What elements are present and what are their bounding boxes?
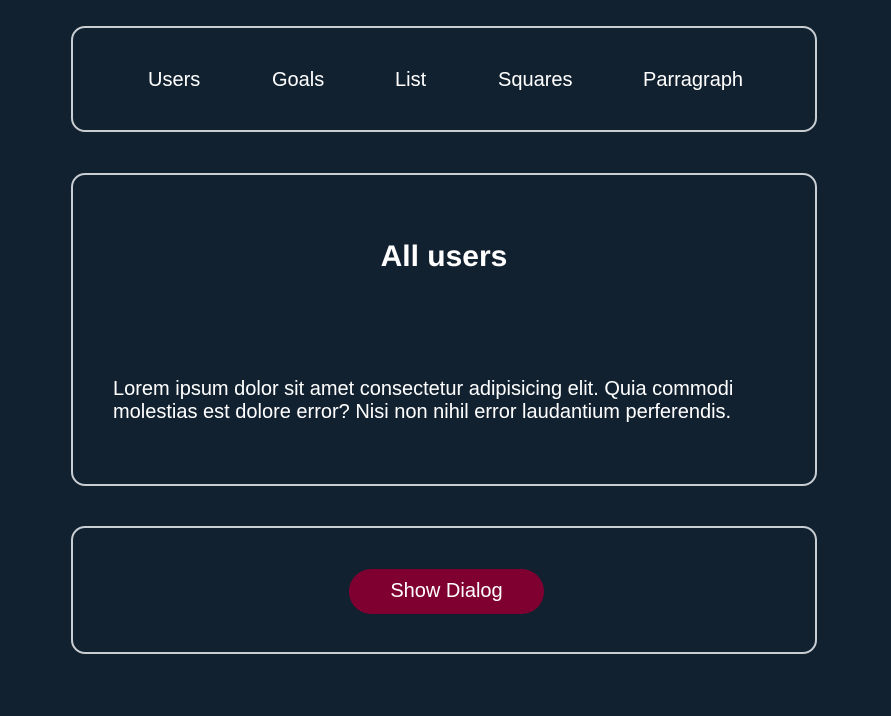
nav-item-paragraph[interactable]: Parragraph <box>643 68 743 92</box>
nav-item-squares[interactable]: Squares <box>498 68 573 92</box>
dialog-card: Show Dialog <box>71 526 817 654</box>
nav-item-list[interactable]: List <box>395 68 426 92</box>
content-card: All users Lorem ipsum dolor sit amet con… <box>71 173 817 486</box>
nav-item-users[interactable]: Users <box>148 68 200 92</box>
paragraph-text: Lorem ipsum dolor sit amet consectetur a… <box>113 378 734 423</box>
nav-list: Users Goals List Squares Parragraph <box>73 28 815 130</box>
page-title: All users <box>380 240 508 273</box>
nav-item-goals[interactable]: Goals <box>272 68 324 92</box>
nav-card: Users Goals List Squares Parragraph <box>71 26 817 132</box>
show-dialog-button[interactable]: Show Dialog <box>349 569 544 614</box>
